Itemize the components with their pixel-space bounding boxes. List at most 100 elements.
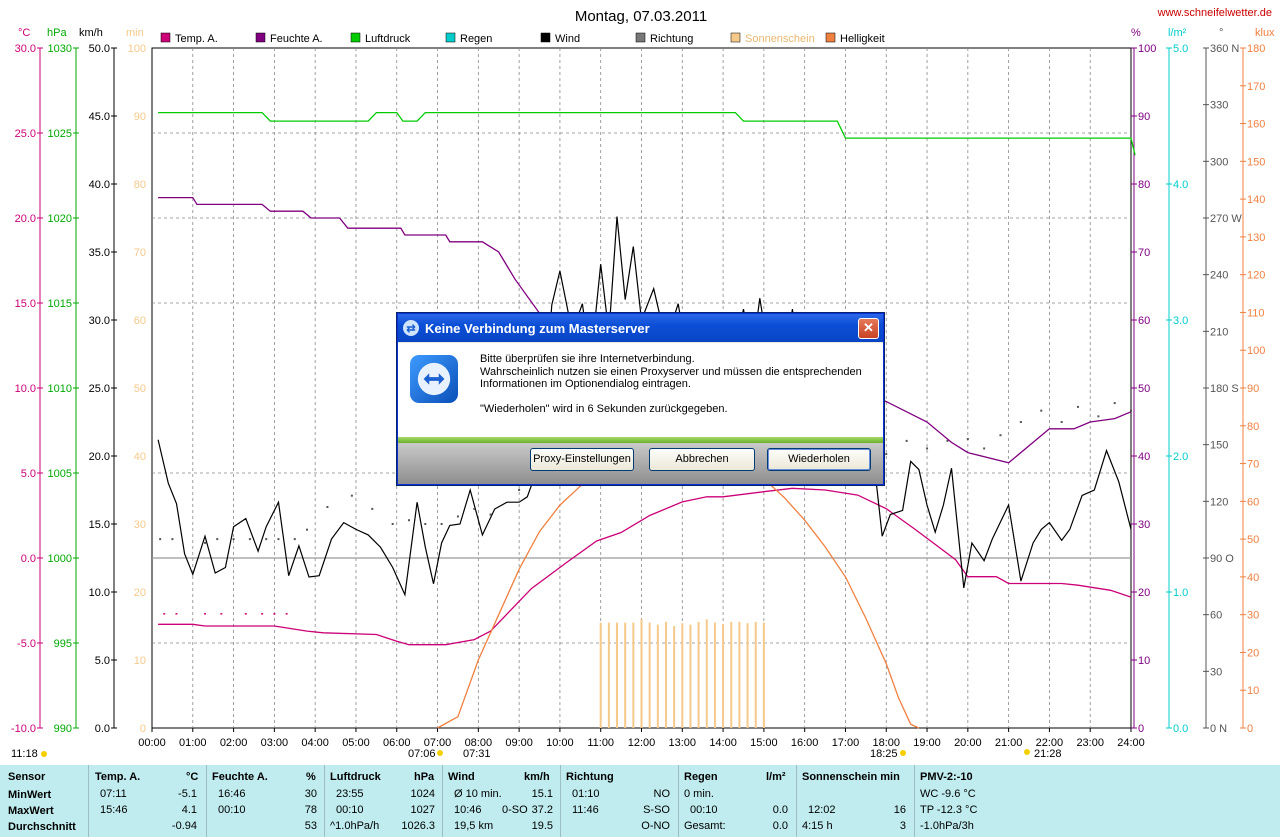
klux-axis-label: 70 <box>1247 459 1259 471</box>
pct-axis-label: 0 <box>1138 723 1144 735</box>
x-tick-label: 17:00 <box>832 737 860 749</box>
deg-axis-label: 60 <box>1210 610 1222 622</box>
direction-point <box>473 507 476 510</box>
temp-axis-label: -10.0 <box>11 723 36 735</box>
series-line-luftdruck <box>158 111 1136 156</box>
deg-axis-label: 0 N <box>1210 723 1227 735</box>
klux-axis-label: 150 <box>1247 156 1265 168</box>
klux-axis-label: 140 <box>1247 194 1265 206</box>
regen-unit-header: l/m² <box>766 771 786 783</box>
teamviewer-small-icon: ⇄ <box>403 320 419 336</box>
feuchte-min-value: 30 <box>304 788 317 800</box>
kmh-axis-label: 10.0 <box>89 587 110 599</box>
deg-axis-label: 120 <box>1210 496 1228 508</box>
deg-axis-label: 360 N <box>1210 43 1239 55</box>
hpa-axis-label: 1000 <box>48 553 72 565</box>
hpa-axis-label: 1025 <box>48 128 72 140</box>
min-axis-label: 50 <box>134 383 146 395</box>
x-tick-label: 20:00 <box>954 737 982 749</box>
direction-point <box>966 438 969 440</box>
temp-unit-header: °C <box>186 771 199 783</box>
min-axis-label: 100 <box>128 43 146 55</box>
luftdruck-trend: ^1.0hPa/h <box>330 820 380 832</box>
x-tick-label: 15:00 <box>750 737 778 749</box>
direction-point <box>159 538 162 541</box>
table-divider <box>206 765 207 837</box>
direction-point <box>424 523 427 525</box>
regen-duration: 0 min. <box>684 788 714 800</box>
deg-axis-label: 210 <box>1210 326 1228 338</box>
kmh-axis-label: 50.0 <box>89 43 110 55</box>
message-line-3: Informationen im Optionendialog eintrage… <box>480 378 691 390</box>
close-button[interactable]: ✕ <box>858 318 879 339</box>
min-axis-label: 20 <box>134 587 146 599</box>
direction-point <box>518 489 521 491</box>
wind-unit-header: km/h <box>524 771 550 783</box>
richtung-min-value: NO <box>653 788 671 800</box>
feuchte-header: Feuchte A. <box>212 771 268 783</box>
temp-marker <box>285 613 288 615</box>
min-axis-label: 70 <box>134 247 146 259</box>
klux-axis-label: 50 <box>1247 534 1259 546</box>
direction-point <box>204 541 207 544</box>
wind-avg10-value: 15.1 <box>531 788 553 800</box>
temp-marker <box>204 613 207 615</box>
wind-avg10-label: Ø 10 min. <box>454 788 502 800</box>
x-tick-label: 03:00 <box>261 737 289 749</box>
kmh-axis-label: 25.0 <box>89 383 110 395</box>
klux-axis-label: 90 <box>1247 383 1259 395</box>
table-divider <box>324 765 325 837</box>
lm2-axis-label: 2.0 <box>1173 451 1188 463</box>
richtung-avg-value: O-NO <box>641 820 670 832</box>
luftdruck-min-value: 1024 <box>410 788 435 800</box>
direction-point <box>1076 405 1079 408</box>
dialog-message: Bitte überprüfen sie ihre Internetverbin… <box>480 353 870 415</box>
x-tick-label: 21:00 <box>995 737 1023 749</box>
lm2-axis-label: 5.0 <box>1173 43 1188 55</box>
direction-point <box>456 515 459 518</box>
deg-axis-label: 300 <box>1210 156 1228 168</box>
direction-point <box>171 538 174 541</box>
direction-point <box>1060 421 1063 423</box>
temp-min-time: 07:11 <box>100 788 127 800</box>
pct-axis-label: 60 <box>1138 315 1150 327</box>
sonne-header: Sonnenschein min <box>802 771 900 783</box>
pct-axis-label: 10 <box>1138 655 1150 667</box>
dialog-titlebar[interactable]: ⇄ Keine Verbindung zum Masterserver <box>398 314 883 342</box>
direction-point <box>371 507 374 510</box>
watermark: www.schneifelwetter.de <box>1157 7 1272 19</box>
legend-label: Sonnenschein <box>745 33 815 45</box>
summary-table: Sensor MinWert MaxWert Durchschnitt Temp… <box>0 765 1280 837</box>
temp-max-value: 4.1 <box>181 804 197 816</box>
wind-max-time: 10:46 <box>454 804 482 816</box>
table-divider <box>678 765 679 837</box>
x-tick-label: 14:00 <box>709 737 737 749</box>
richtung-max-value: S-SO <box>643 804 670 816</box>
error-dialog: ⇄ Keine Verbindung zum Masterserver ✕ Bi… <box>397 313 884 485</box>
x-tick-label: 09:00 <box>505 737 533 749</box>
cancel-button[interactable]: Abbrechen <box>649 448 755 471</box>
regen-header: Regen <box>684 771 718 783</box>
direction-point <box>232 538 235 541</box>
direction-point <box>1113 402 1116 405</box>
retry-button[interactable]: Wiederholen <box>767 448 871 471</box>
sun-markers: 11:18 07:06 07:31 18:25 21:28 <box>11 748 1062 760</box>
deg-axis-label: 180 S <box>1210 383 1239 395</box>
hpa-axis-label: 1010 <box>48 383 72 395</box>
wind-header: Wind <box>448 771 475 783</box>
legend-label: Richtung <box>650 33 693 45</box>
klux-axis-label: 0 <box>1247 723 1253 735</box>
min-axis-label: 30 <box>134 519 146 531</box>
sunrise-label: 07:06 <box>408 748 436 760</box>
pmv-pressure-trend: -1.0hPa/3h <box>920 820 974 832</box>
wind-max-direction: 0-SO <box>502 804 528 816</box>
sunrise-icon <box>437 750 443 756</box>
deg-axis-label: 90 O <box>1210 553 1234 565</box>
direction-point <box>999 434 1002 437</box>
klux-axis-label: 160 <box>1247 119 1265 131</box>
kmh-axis-label: 0.0 <box>95 723 110 735</box>
legend-swatch <box>635 32 646 43</box>
row-label-min: MinWert <box>8 789 52 801</box>
proxy-settings-button[interactable]: Proxy-Einstellungen <box>530 448 634 471</box>
hpa-axis-label: 990 <box>54 723 72 735</box>
